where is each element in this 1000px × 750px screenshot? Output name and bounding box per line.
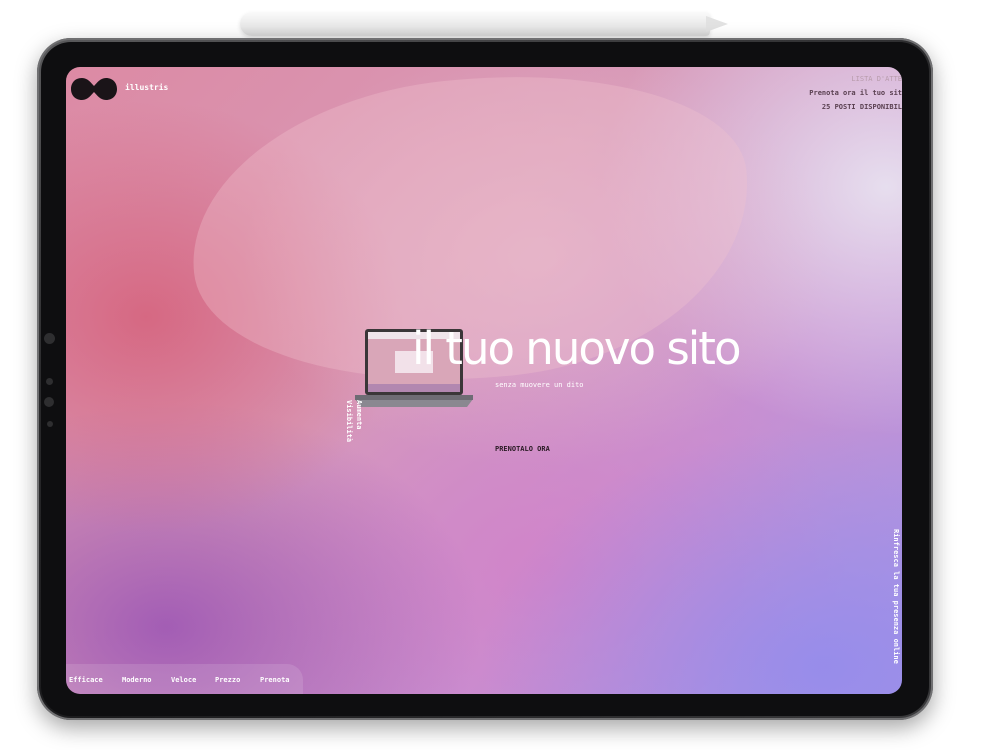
nav-item-prezzo[interactable]: Prezzo: [215, 676, 240, 684]
bottom-nav: Efficace Moderno Veloce Prezzo Prenota: [66, 664, 303, 694]
nav-item-prenota[interactable]: Prenota: [260, 676, 290, 684]
sensor-dot: [44, 397, 54, 407]
sensor-dot: [46, 378, 53, 385]
side-label-refresh: Rinfresca la tua presenza online: [892, 529, 900, 664]
website-screen: illustris LISTA D'ATTE Prenota ora il tu…: [66, 67, 902, 694]
hero-headline: il tuo nuovo sito: [412, 322, 741, 375]
hero-subline: senza muovere un dito: [495, 381, 584, 389]
infinity-blob-icon[interactable]: [70, 76, 118, 102]
camera-icon: [44, 333, 55, 344]
nav-item-veloce[interactable]: Veloce: [171, 676, 196, 684]
nav-item-moderno[interactable]: Moderno: [122, 676, 152, 684]
waitlist-cta[interactable]: Prenota ora il tuo sit: [809, 86, 902, 100]
nav-item-efficace[interactable]: Efficace: [69, 676, 103, 684]
waitlist-label: LISTA D'ATTE: [851, 75, 902, 83]
apple-pencil: [240, 12, 710, 36]
side-label-visibility: Aumenta Visibilità: [345, 400, 363, 443]
brand-name[interactable]: illustris: [125, 83, 168, 92]
pencil-tip: [706, 16, 728, 32]
spots-available: 25 POSTI DISPONIBIL: [821, 103, 902, 111]
waitlist-info: LISTA D'ATTE Prenota ora il tuo sit 25 P…: [809, 72, 902, 114]
book-now-button[interactable]: PRENOTALO ORA: [495, 445, 550, 453]
sensor-dot: [47, 421, 53, 427]
